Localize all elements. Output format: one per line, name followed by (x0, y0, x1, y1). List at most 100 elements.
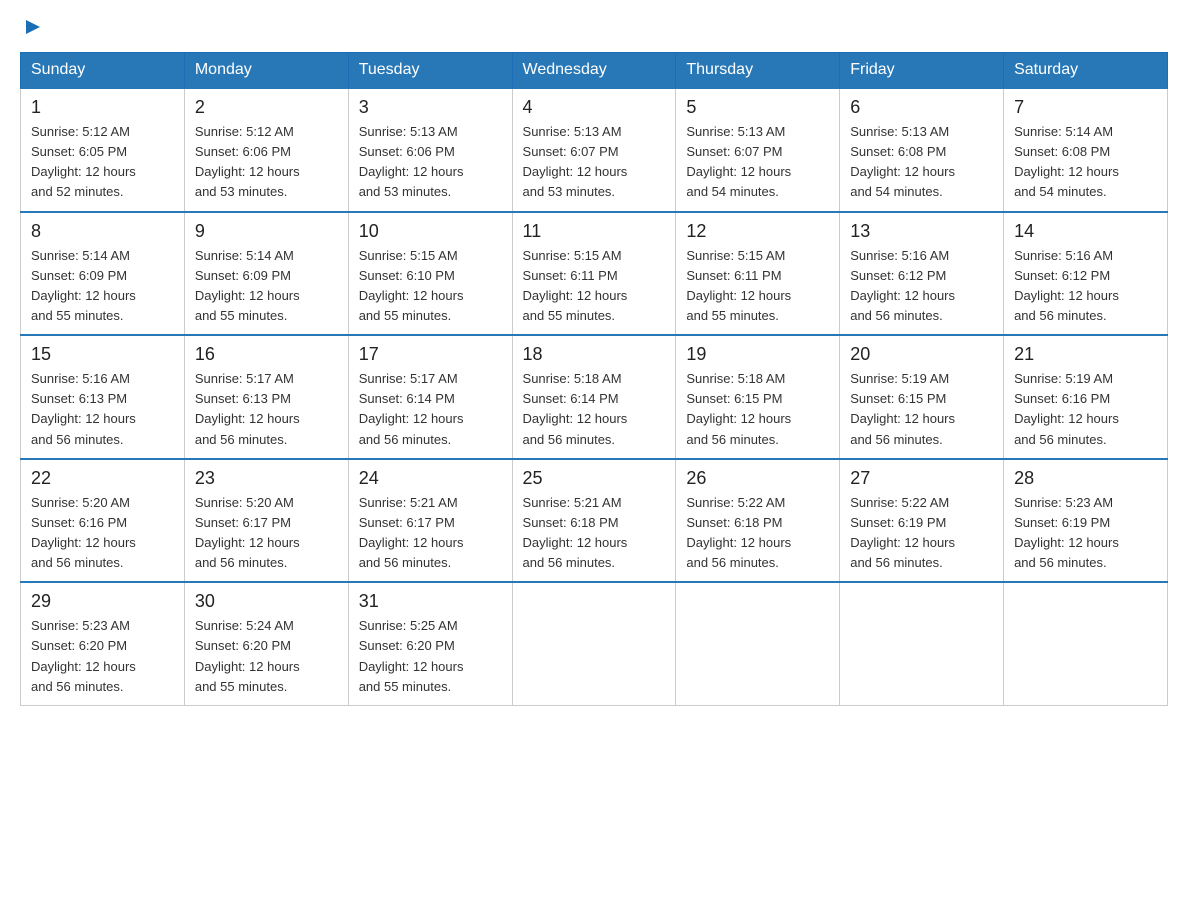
weekday-header-saturday: Saturday (1004, 53, 1168, 89)
calendar-cell: 24 Sunrise: 5:21 AM Sunset: 6:17 PM Dayl… (348, 459, 512, 583)
day-info: Sunrise: 5:17 AM Sunset: 6:13 PM Dayligh… (195, 369, 338, 450)
day-number: 6 (850, 97, 993, 118)
week-row-4: 22 Sunrise: 5:20 AM Sunset: 6:16 PM Dayl… (21, 459, 1168, 583)
logo-arrow-icon (22, 16, 44, 38)
day-number: 19 (686, 344, 829, 365)
day-number: 31 (359, 591, 502, 612)
calendar-cell: 27 Sunrise: 5:22 AM Sunset: 6:19 PM Dayl… (840, 459, 1004, 583)
day-number: 20 (850, 344, 993, 365)
day-number: 18 (523, 344, 666, 365)
day-info: Sunrise: 5:23 AM Sunset: 6:19 PM Dayligh… (1014, 493, 1157, 574)
day-info: Sunrise: 5:18 AM Sunset: 6:15 PM Dayligh… (686, 369, 829, 450)
calendar-cell: 23 Sunrise: 5:20 AM Sunset: 6:17 PM Dayl… (184, 459, 348, 583)
day-info: Sunrise: 5:15 AM Sunset: 6:11 PM Dayligh… (523, 246, 666, 327)
calendar-cell: 26 Sunrise: 5:22 AM Sunset: 6:18 PM Dayl… (676, 459, 840, 583)
calendar-cell (840, 582, 1004, 705)
calendar-cell: 21 Sunrise: 5:19 AM Sunset: 6:16 PM Dayl… (1004, 335, 1168, 459)
calendar-cell: 10 Sunrise: 5:15 AM Sunset: 6:10 PM Dayl… (348, 212, 512, 336)
calendar-cell: 30 Sunrise: 5:24 AM Sunset: 6:20 PM Dayl… (184, 582, 348, 705)
calendar-cell: 16 Sunrise: 5:17 AM Sunset: 6:13 PM Dayl… (184, 335, 348, 459)
day-info: Sunrise: 5:21 AM Sunset: 6:18 PM Dayligh… (523, 493, 666, 574)
day-info: Sunrise: 5:13 AM Sunset: 6:08 PM Dayligh… (850, 122, 993, 203)
day-info: Sunrise: 5:20 AM Sunset: 6:16 PM Dayligh… (31, 493, 174, 574)
calendar-cell: 5 Sunrise: 5:13 AM Sunset: 6:07 PM Dayli… (676, 88, 840, 212)
calendar-cell (676, 582, 840, 705)
day-info: Sunrise: 5:16 AM Sunset: 6:12 PM Dayligh… (850, 246, 993, 327)
calendar-cell: 1 Sunrise: 5:12 AM Sunset: 6:05 PM Dayli… (21, 88, 185, 212)
weekday-header-wednesday: Wednesday (512, 53, 676, 89)
week-row-5: 29 Sunrise: 5:23 AM Sunset: 6:20 PM Dayl… (21, 582, 1168, 705)
day-number: 13 (850, 221, 993, 242)
day-info: Sunrise: 5:16 AM Sunset: 6:13 PM Dayligh… (31, 369, 174, 450)
day-number: 7 (1014, 97, 1157, 118)
day-number: 11 (523, 221, 666, 242)
day-info: Sunrise: 5:21 AM Sunset: 6:17 PM Dayligh… (359, 493, 502, 574)
day-number: 30 (195, 591, 338, 612)
day-info: Sunrise: 5:14 AM Sunset: 6:09 PM Dayligh… (31, 246, 174, 327)
day-info: Sunrise: 5:22 AM Sunset: 6:18 PM Dayligh… (686, 493, 829, 574)
calendar-cell: 11 Sunrise: 5:15 AM Sunset: 6:11 PM Dayl… (512, 212, 676, 336)
day-info: Sunrise: 5:15 AM Sunset: 6:10 PM Dayligh… (359, 246, 502, 327)
day-info: Sunrise: 5:12 AM Sunset: 6:05 PM Dayligh… (31, 122, 174, 203)
weekday-header-friday: Friday (840, 53, 1004, 89)
day-info: Sunrise: 5:13 AM Sunset: 6:07 PM Dayligh… (523, 122, 666, 203)
day-number: 2 (195, 97, 338, 118)
calendar-cell: 28 Sunrise: 5:23 AM Sunset: 6:19 PM Dayl… (1004, 459, 1168, 583)
calendar-cell: 13 Sunrise: 5:16 AM Sunset: 6:12 PM Dayl… (840, 212, 1004, 336)
calendar-cell: 7 Sunrise: 5:14 AM Sunset: 6:08 PM Dayli… (1004, 88, 1168, 212)
weekday-header-monday: Monday (184, 53, 348, 89)
day-info: Sunrise: 5:15 AM Sunset: 6:11 PM Dayligh… (686, 246, 829, 327)
day-number: 10 (359, 221, 502, 242)
calendar-cell (512, 582, 676, 705)
calendar-cell: 22 Sunrise: 5:20 AM Sunset: 6:16 PM Dayl… (21, 459, 185, 583)
day-info: Sunrise: 5:19 AM Sunset: 6:15 PM Dayligh… (850, 369, 993, 450)
day-number: 28 (1014, 468, 1157, 489)
day-info: Sunrise: 5:17 AM Sunset: 6:14 PM Dayligh… (359, 369, 502, 450)
day-number: 1 (31, 97, 174, 118)
day-number: 12 (686, 221, 829, 242)
logo (20, 20, 44, 36)
day-number: 21 (1014, 344, 1157, 365)
day-info: Sunrise: 5:16 AM Sunset: 6:12 PM Dayligh… (1014, 246, 1157, 327)
day-info: Sunrise: 5:18 AM Sunset: 6:14 PM Dayligh… (523, 369, 666, 450)
calendar-cell: 25 Sunrise: 5:21 AM Sunset: 6:18 PM Dayl… (512, 459, 676, 583)
day-number: 27 (850, 468, 993, 489)
calendar-cell: 12 Sunrise: 5:15 AM Sunset: 6:11 PM Dayl… (676, 212, 840, 336)
day-info: Sunrise: 5:25 AM Sunset: 6:20 PM Dayligh… (359, 616, 502, 697)
calendar-cell: 19 Sunrise: 5:18 AM Sunset: 6:15 PM Dayl… (676, 335, 840, 459)
day-info: Sunrise: 5:20 AM Sunset: 6:17 PM Dayligh… (195, 493, 338, 574)
calendar-cell: 31 Sunrise: 5:25 AM Sunset: 6:20 PM Dayl… (348, 582, 512, 705)
day-info: Sunrise: 5:12 AM Sunset: 6:06 PM Dayligh… (195, 122, 338, 203)
day-number: 5 (686, 97, 829, 118)
calendar-cell: 2 Sunrise: 5:12 AM Sunset: 6:06 PM Dayli… (184, 88, 348, 212)
day-info: Sunrise: 5:14 AM Sunset: 6:08 PM Dayligh… (1014, 122, 1157, 203)
day-number: 9 (195, 221, 338, 242)
calendar-cell: 4 Sunrise: 5:13 AM Sunset: 6:07 PM Dayli… (512, 88, 676, 212)
calendar-cell: 15 Sunrise: 5:16 AM Sunset: 6:13 PM Dayl… (21, 335, 185, 459)
day-number: 15 (31, 344, 174, 365)
day-number: 14 (1014, 221, 1157, 242)
calendar-cell: 3 Sunrise: 5:13 AM Sunset: 6:06 PM Dayli… (348, 88, 512, 212)
day-info: Sunrise: 5:22 AM Sunset: 6:19 PM Dayligh… (850, 493, 993, 574)
day-number: 25 (523, 468, 666, 489)
day-number: 17 (359, 344, 502, 365)
weekday-header-tuesday: Tuesday (348, 53, 512, 89)
calendar-cell: 17 Sunrise: 5:17 AM Sunset: 6:14 PM Dayl… (348, 335, 512, 459)
day-info: Sunrise: 5:19 AM Sunset: 6:16 PM Dayligh… (1014, 369, 1157, 450)
weekday-header-sunday: Sunday (21, 53, 185, 89)
calendar-cell: 20 Sunrise: 5:19 AM Sunset: 6:15 PM Dayl… (840, 335, 1004, 459)
day-info: Sunrise: 5:14 AM Sunset: 6:09 PM Dayligh… (195, 246, 338, 327)
day-number: 24 (359, 468, 502, 489)
calendar-cell: 9 Sunrise: 5:14 AM Sunset: 6:09 PM Dayli… (184, 212, 348, 336)
calendar-cell: 18 Sunrise: 5:18 AM Sunset: 6:14 PM Dayl… (512, 335, 676, 459)
day-info: Sunrise: 5:24 AM Sunset: 6:20 PM Dayligh… (195, 616, 338, 697)
weekday-header-row: SundayMondayTuesdayWednesdayThursdayFrid… (21, 53, 1168, 89)
calendar-cell: 6 Sunrise: 5:13 AM Sunset: 6:08 PM Dayli… (840, 88, 1004, 212)
day-number: 8 (31, 221, 174, 242)
day-info: Sunrise: 5:13 AM Sunset: 6:07 PM Dayligh… (686, 122, 829, 203)
day-number: 4 (523, 97, 666, 118)
day-number: 22 (31, 468, 174, 489)
week-row-2: 8 Sunrise: 5:14 AM Sunset: 6:09 PM Dayli… (21, 212, 1168, 336)
page-header (20, 20, 1168, 36)
week-row-1: 1 Sunrise: 5:12 AM Sunset: 6:05 PM Dayli… (21, 88, 1168, 212)
